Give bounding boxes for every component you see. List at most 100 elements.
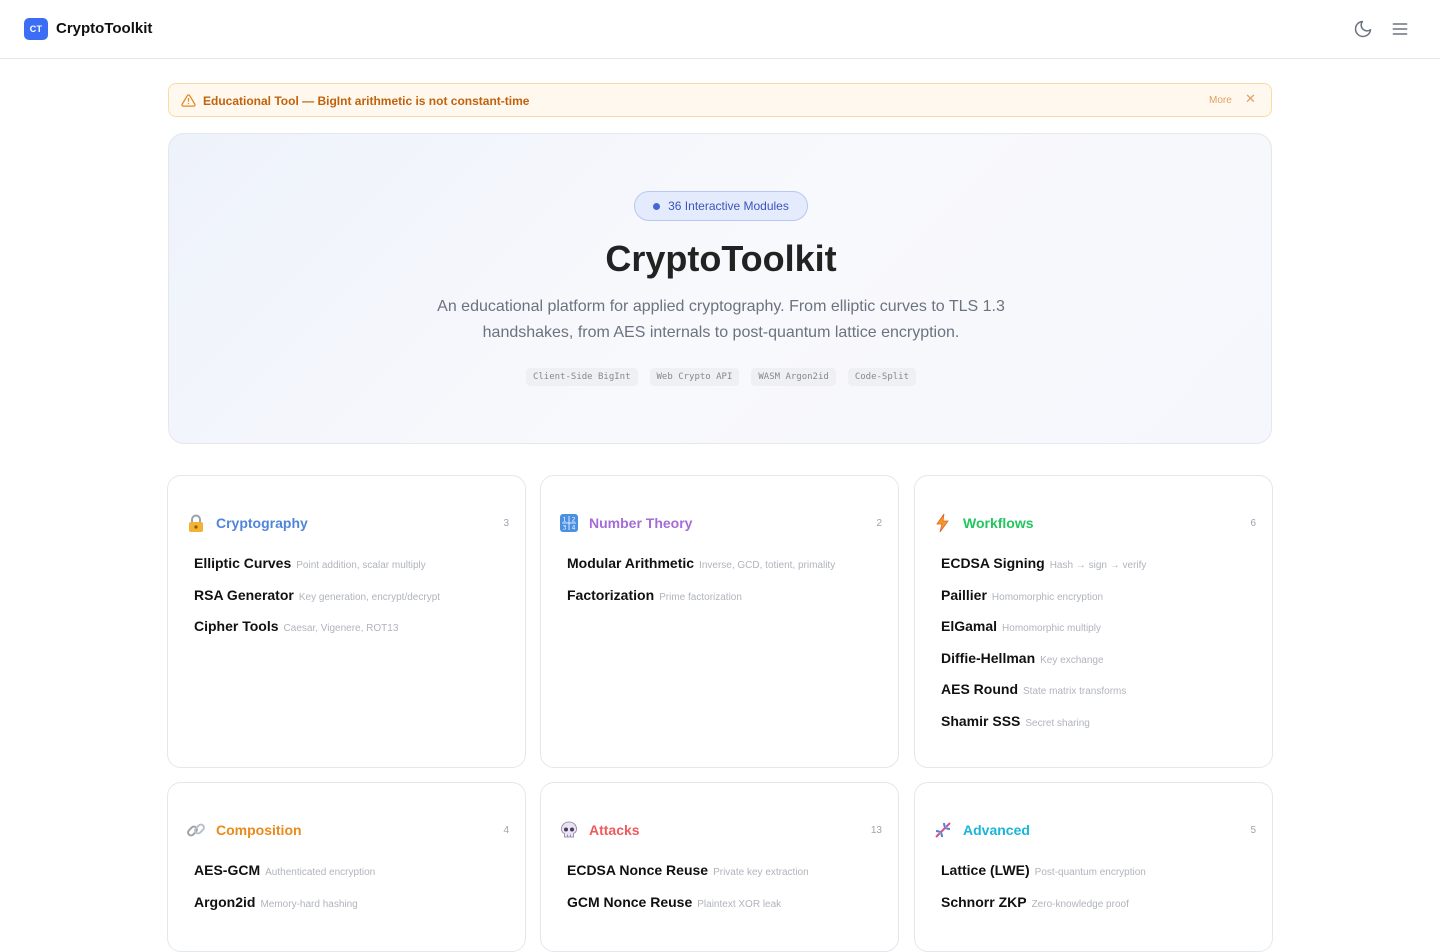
- module-link-paillier[interactable]: Paillier Homomorphic encryption: [941, 587, 1146, 619]
- hero-description-line-1: An educational platform for applied cryp…: [437, 298, 1005, 315]
- category-header[interactable]: 1 2 3 4 Number Theory: [559, 513, 692, 533]
- category-card-cryptography: Cryptography 3 Elliptic Curves Point addi…: [167, 475, 526, 768]
- category-header[interactable]: Composition: [186, 820, 302, 840]
- module-description: Homomorphic multiply: [1002, 623, 1101, 635]
- svg-text:4: 4: [572, 525, 576, 532]
- module-description: Authenticated encryption: [265, 867, 376, 878]
- module-name: Paillier: [941, 586, 987, 603]
- category-count: 2: [876, 518, 882, 529]
- module-description: Caesar, Vigenere, ROT13: [283, 623, 399, 635]
- app-logo[interactable]: CT: [24, 18, 48, 40]
- lightning-icon: [936, 513, 949, 533]
- category-title: Advanced: [963, 822, 1030, 838]
- module-list: Elliptic Curves Point addition, scalar mu…: [194, 555, 440, 650]
- modules-count-badge: 36 Interactive Modules: [634, 191, 808, 221]
- module-list: AES-GCM Authenticated encryption Argon2id…: [194, 862, 375, 925]
- module-link-shamir-sss[interactable]: Shamir SSS Secret sharing: [941, 713, 1146, 745]
- module-link-schnorr-zkp[interactable]: Schnorr ZKP Zero-knowledge proof: [941, 894, 1146, 926]
- top-navigation-bar: CT CryptoToolkit: [0, 0, 1440, 59]
- module-description: Hash → sign → verify: [1049, 560, 1147, 571]
- module-description: Private key extraction: [713, 867, 809, 878]
- module-name: Modular Arithmetic: [567, 555, 695, 571]
- svg-text:1: 1: [563, 517, 567, 524]
- module-name: ECDSA Signing: [941, 555, 1045, 571]
- banner-message: Educational Tool — BigInt arithmetic is …: [203, 94, 530, 108]
- category-card-composition: Composition 4 AES-GCM Authenticated encry…: [167, 782, 526, 952]
- hero-description: An educational platform for applied cryp…: [421, 294, 1021, 346]
- numbers-icon: 1 2 3 4: [560, 514, 578, 532]
- module-link-modular-arithmetic[interactable]: Modular Arithmetic Inverse, GCD, totient,…: [567, 555, 835, 587]
- hero-section: 36 Interactive Modules CryptoToolkit An …: [168, 133, 1272, 444]
- module-name: Elliptic Curves: [194, 555, 292, 571]
- tech-tag: Web Crypto API: [649, 368, 740, 386]
- module-name: Diffie-Hellman: [941, 649, 1036, 666]
- category-title: Workflows: [963, 515, 1034, 531]
- category-header[interactable]: Advanced: [933, 820, 1030, 840]
- module-link-elgamal[interactable]: ElGamal Homomorphic multiply: [941, 618, 1146, 650]
- module-link-factorization[interactable]: Factorization Prime factorization: [567, 587, 835, 619]
- module-list: Modular Arithmetic Inverse, GCD, totient,…: [567, 555, 835, 618]
- module-link-diffie-hellman[interactable]: Diffie-Hellman Key exchange: [941, 650, 1146, 682]
- module-list: ECDSA Signing Hash → sign → verify Pailli…: [941, 555, 1146, 745]
- module-description: Plaintext XOR leak: [697, 898, 782, 910]
- hamburger-menu-icon[interactable]: [1390, 19, 1410, 39]
- warning-banner: Educational Tool — BigInt arithmetic is …: [168, 83, 1272, 117]
- category-header[interactable]: Workflows: [933, 513, 1034, 533]
- module-description: Key exchange: [1040, 654, 1104, 666]
- category-card-workflows: Workflows 6 ECDSA Signing Hash → sign → v…: [914, 475, 1273, 768]
- module-name: GCM Nonce Reuse: [567, 893, 693, 910]
- module-name: Schnorr ZKP: [941, 893, 1027, 910]
- link-icon: [187, 823, 205, 837]
- module-link-lattice-lwe[interactable]: Lattice (LWE) Post-quantum encryption: [941, 862, 1146, 894]
- hero-description-line-2: handshakes, from AES internals to post-q…: [482, 324, 960, 341]
- module-name: Lattice (LWE): [941, 862, 1030, 878]
- module-list: Lattice (LWE) Post-quantum encryption Sch…: [941, 862, 1146, 925]
- tech-tags: Client-Side BigInt Web Crypto API WASM A…: [169, 368, 1273, 386]
- module-link-cipher-tools[interactable]: Cipher Tools Caesar, Vigenere, ROT13: [194, 618, 440, 650]
- tech-tag: Code-Split: [847, 368, 917, 386]
- category-count: 5: [1250, 825, 1256, 836]
- module-list: ECDSA Nonce Reuse Private key extraction …: [567, 862, 809, 925]
- dna-icon: [935, 822, 951, 838]
- banner-more-link[interactable]: More: [1209, 95, 1232, 106]
- module-description: State matrix transforms: [1023, 686, 1127, 698]
- modules-count-label: 36 Interactive Modules: [668, 199, 789, 213]
- tech-tag: Client-Side BigInt: [525, 368, 638, 386]
- category-count: 13: [870, 825, 882, 836]
- module-name: Argon2id: [194, 893, 256, 910]
- category-card-advanced: Advanced 5 Lattice (LWE) Post-quantum enc…: [914, 782, 1273, 952]
- app-name[interactable]: CryptoToolkit: [56, 20, 152, 37]
- module-link-elliptic-curves[interactable]: Elliptic Curves Point addition, scalar mu…: [194, 555, 440, 587]
- category-title: Composition: [216, 822, 302, 838]
- svg-text:2: 2: [572, 517, 576, 524]
- module-link-aes-gcm[interactable]: AES-GCM Authenticated encryption: [194, 862, 375, 894]
- moon-icon[interactable]: [1353, 19, 1373, 39]
- category-card-attacks: Attacks 13 ECDSA Nonce Reuse Private key …: [540, 782, 899, 952]
- module-link-ecdsa-nonce-reuse[interactable]: ECDSA Nonce Reuse Private key extraction: [567, 862, 809, 894]
- category-count: 4: [503, 825, 509, 836]
- lock-icon: [189, 514, 203, 532]
- module-name: ECDSA Nonce Reuse: [567, 862, 709, 878]
- module-description: Prime factorization: [659, 591, 742, 603]
- module-description: Homomorphic encryption: [991, 591, 1104, 603]
- category-header[interactable]: Cryptography: [186, 513, 308, 533]
- module-link-ecdsa-signing[interactable]: ECDSA Signing Hash → sign → verify: [941, 555, 1146, 587]
- close-icon[interactable]: ✕: [1245, 91, 1256, 107]
- module-link-aes-round[interactable]: AES Round State matrix transforms: [941, 681, 1146, 713]
- module-name: AES Round: [941, 681, 1018, 698]
- module-name: RSA Generator: [194, 586, 294, 603]
- module-description: Post-quantum encryption: [1034, 867, 1146, 878]
- module-link-argon2id[interactable]: Argon2id Memory-hard hashing: [194, 894, 375, 926]
- module-name: Cipher Tools: [194, 618, 279, 635]
- module-link-rsa-generator[interactable]: RSA Generator Key generation, encrypt/dec…: [194, 587, 440, 619]
- module-description: Memory-hard hashing: [260, 898, 358, 910]
- category-header[interactable]: Attacks: [559, 820, 640, 840]
- category-count: 6: [1250, 518, 1256, 529]
- module-name: Shamir SSS: [941, 712, 1021, 729]
- skull-icon: [561, 821, 577, 838]
- module-link-gcm-nonce-reuse[interactable]: GCM Nonce Reuse Plaintext XOR leak: [567, 894, 809, 926]
- module-description: Key generation, encrypt/decrypt: [298, 591, 441, 603]
- hero-title: CryptoToolkit: [605, 238, 837, 279]
- module-name: ElGamal: [941, 618, 998, 635]
- module-name: AES-GCM: [194, 862, 261, 878]
